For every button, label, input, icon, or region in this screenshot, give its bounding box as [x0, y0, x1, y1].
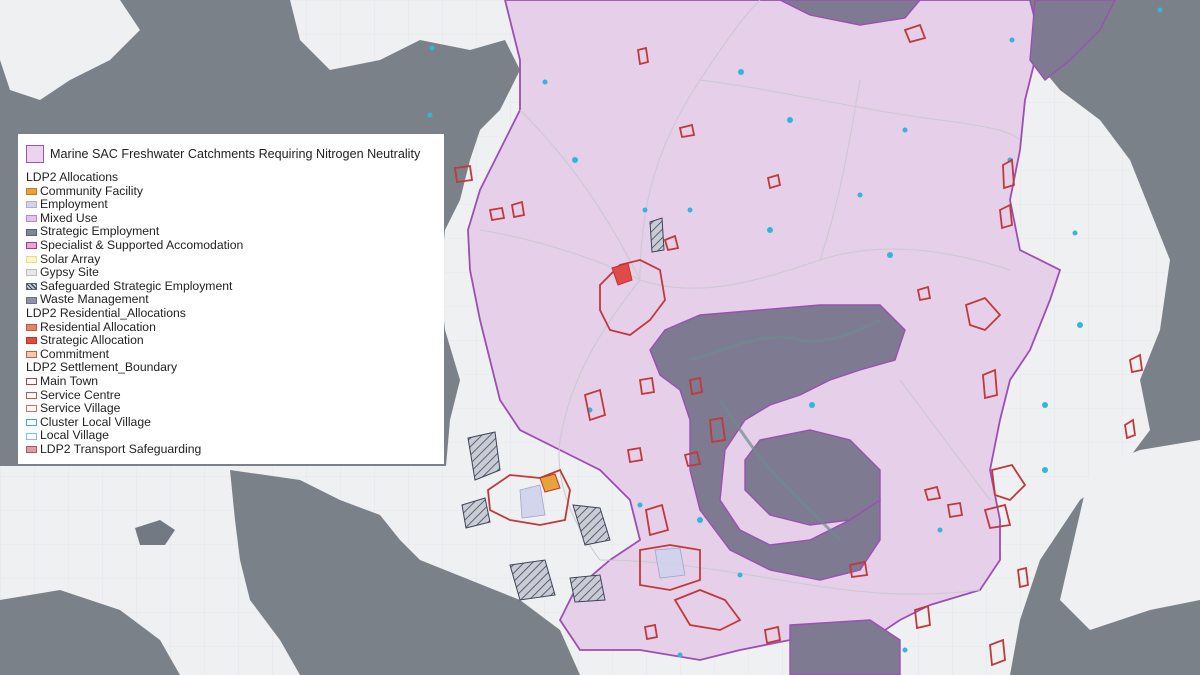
legend-swatch: [26, 215, 37, 223]
legend-swatch: [26, 228, 37, 236]
legend-item-label: Community Facility: [40, 183, 143, 198]
legend-item: Local Village: [26, 429, 436, 443]
legend-item: Commitment: [26, 346, 436, 362]
legend-item: Cluster Local Village: [26, 414, 436, 430]
legend-group: LDP2 Residential_Allocations Residential …: [26, 305, 436, 362]
legend-swatch: [26, 242, 37, 250]
legend-item: Main Town: [26, 373, 436, 389]
map-legend: Marine SAC Freshwater Catchments Requiri…: [18, 134, 444, 464]
legend-swatch: [26, 432, 37, 440]
legend-group: LDP2 Allocations Community Facility Employ…: [26, 170, 436, 307]
legend-item-label: Strategic Employment: [40, 224, 160, 239]
legend-item-label: Local Village: [40, 428, 109, 443]
legend-group-heading: LDP2 Residential_Allocations: [26, 305, 186, 320]
legend-item-label: Commitment: [40, 346, 110, 361]
legend-item-label: LDP2 Transport Safeguarding: [40, 441, 202, 456]
legend-item-label: Gypsy Site: [40, 265, 99, 280]
legend-item: Mixed Use: [26, 210, 436, 226]
legend-swatch: [26, 296, 37, 304]
legend-catchment-row: Marine SAC Freshwater Catchments Requiri…: [26, 139, 436, 169]
estuary-south: [789, 619, 901, 675]
legend-swatch: [26, 323, 37, 331]
catchment-swatch: [26, 145, 44, 163]
legend-group: LDP2 Settlement_Boundary Main Town Service…: [26, 361, 436, 456]
legend-item: Solar Array: [26, 251, 436, 267]
legend-swatch: [26, 283, 37, 291]
legend-item-label: Main Town: [40, 373, 99, 388]
legend-item: Employment: [26, 198, 436, 212]
legend-item: Specialist & Supported Accomodation: [26, 237, 436, 253]
legend-catchment-label: Marine SAC Freshwater Catchments Requiri…: [50, 147, 421, 161]
legend-swatch: [26, 255, 37, 263]
legend-swatch: [26, 351, 37, 359]
legend-groups: LDP2 Allocations Community Facility Employ…: [26, 170, 436, 456]
legend-item: LDP2 Transport Safeguarding: [26, 441, 436, 457]
legend-item-label: Safeguarded Strategic Employment: [40, 278, 233, 293]
legend-group-heading: LDP2 Allocations: [26, 170, 119, 184]
legend-item-label: Service Centre: [40, 387, 121, 402]
legend-item: Gypsy Site: [26, 266, 436, 280]
legend-item: Strategic Employment: [26, 225, 436, 239]
legend-item: Community Facility: [26, 183, 436, 199]
legend-swatch: [26, 378, 37, 386]
legend-swatch: [26, 269, 37, 277]
legend-swatch: [26, 337, 37, 345]
legend-item: Service Village: [26, 401, 436, 416]
legend-item: Waste Management: [26, 293, 436, 307]
legend-item-label: Residential Allocation: [40, 319, 156, 334]
legend-swatch: [26, 405, 37, 413]
legend-item-label: Solar Array: [40, 251, 101, 266]
legend-item-label: Waste Management: [40, 292, 149, 307]
legend-swatch: [26, 201, 37, 209]
legend-item-label: Service Village: [40, 401, 121, 416]
legend-swatch: [26, 391, 37, 399]
legend-item: Service Centre: [26, 387, 436, 403]
legend-item-label: Cluster Local Village: [40, 414, 151, 429]
legend-item: Safeguarded Strategic Employment: [26, 278, 436, 294]
legend-item-label: Specialist & Supported Accomodation: [40, 237, 244, 252]
legend-item: Residential Allocation: [26, 319, 436, 335]
legend-swatch: [26, 187, 37, 195]
legend-item-label: Strategic Allocation: [40, 333, 144, 348]
legend-item-label: Mixed Use: [40, 210, 98, 225]
legend-item-label: Employment: [40, 197, 108, 212]
legend-item: Strategic Allocation: [26, 334, 436, 348]
legend-group-heading: LDP2 Settlement_Boundary: [26, 360, 178, 375]
legend-swatch: [26, 418, 37, 426]
legend-swatch: [26, 446, 37, 454]
